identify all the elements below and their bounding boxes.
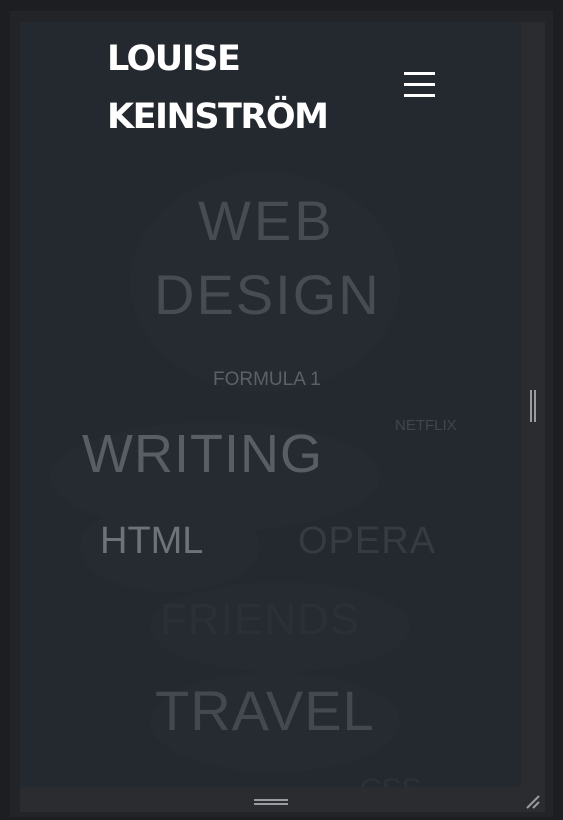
tag-web[interactable]: WEB (198, 190, 335, 252)
tag-cloud: WEB DESIGN FORMULA 1 NETFLIX WRITING HTM… (20, 22, 521, 787)
tag-html[interactable]: HTML (100, 518, 203, 564)
device-frame: LOUISE KEINSTRÖM WEB DESIGN FORMULA 1 NE… (0, 0, 563, 820)
tag-design[interactable]: DESIGN (154, 262, 381, 328)
tag-writing[interactable]: WRITING (82, 422, 323, 486)
horizontal-resize-handle[interactable] (254, 798, 288, 807)
vertical-resize-handle[interactable] (529, 390, 537, 422)
corner-resize-handle[interactable] (524, 793, 542, 811)
tag-formula-1[interactable]: FORMULA 1 (213, 368, 321, 392)
site-viewport: LOUISE KEINSTRÖM WEB DESIGN FORMULA 1 NE… (20, 22, 521, 787)
tag-friends[interactable]: FRIENDS (160, 592, 360, 648)
corner-resize-grip-icon (526, 795, 540, 809)
tag-travel[interactable]: TRAVEL (155, 678, 375, 744)
tag-opera[interactable]: OPERA (298, 518, 436, 564)
tag-partial-cut-off[interactable]: CSS (360, 772, 422, 787)
tag-netflix[interactable]: NETFLIX (395, 416, 457, 436)
